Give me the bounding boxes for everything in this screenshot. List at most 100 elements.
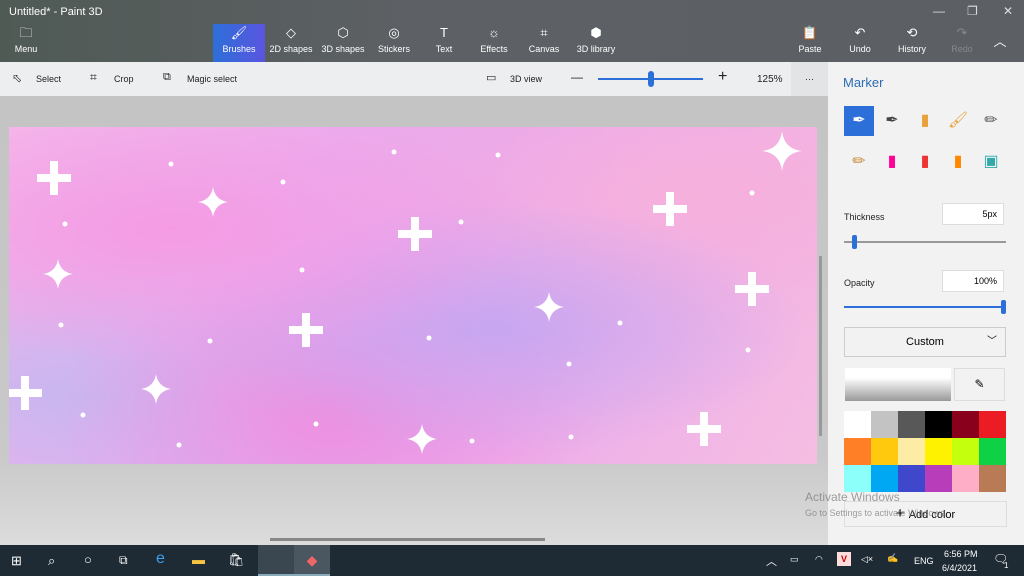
- color-swatch[interactable]: [952, 438, 979, 465]
- paste-button[interactable]: 📋 Paste: [784, 24, 836, 62]
- magic-select-button[interactable]: Magic select: [187, 74, 237, 84]
- select-button[interactable]: Select: [36, 74, 61, 84]
- color-swatch[interactable]: [898, 465, 925, 492]
- magic-select-icon: ⧉: [163, 71, 171, 83]
- edge-icon[interactable]: e: [156, 550, 165, 568]
- thickness-slider-thumb[interactable]: [851, 235, 857, 249]
- color-swatch[interactable]: [871, 411, 898, 438]
- sticker-icon: ◎: [388, 25, 400, 40]
- color-swatch[interactable]: [844, 465, 871, 492]
- wifi-icon[interactable]: ◠: [815, 554, 823, 565]
- paste-label: Paste: [798, 44, 822, 54]
- start-button[interactable]: ⊞: [11, 553, 22, 569]
- tab-3d-library[interactable]: ⬢ 3D library: [570, 24, 622, 62]
- brush-pencil[interactable]: ✏: [844, 147, 874, 177]
- cortana-icon[interactable]: ○: [84, 552, 92, 567]
- tab-canvas[interactable]: ⌗ Canvas: [518, 24, 570, 62]
- color-swatch[interactable]: [898, 438, 925, 465]
- color-swatch[interactable]: [925, 411, 952, 438]
- more-button[interactable]: ···: [791, 62, 828, 96]
- tab-brushes[interactable]: 🖌 Brushes: [213, 24, 265, 62]
- clock-time[interactable]: 6:56 PM: [944, 549, 978, 559]
- search-icon[interactable]: ⌕: [48, 553, 55, 569]
- color-swatch[interactable]: [979, 465, 1006, 492]
- history-icon: ⟲: [906, 25, 918, 40]
- color-swatch[interactable]: [844, 411, 871, 438]
- thickness-input[interactable]: 5px: [942, 203, 1004, 225]
- chevron-down-icon: ﹀: [987, 336, 997, 347]
- task-view-icon[interactable]: ⧉: [119, 553, 128, 568]
- dot-sparkle: [391, 149, 397, 155]
- brush-crayon[interactable]: ▮: [910, 147, 940, 177]
- brush-marker[interactable]: ✒: [844, 106, 874, 136]
- brush-watercolor[interactable]: 🖌: [943, 106, 973, 136]
- tab-2d-shapes[interactable]: ◇ 2D shapes: [265, 24, 317, 62]
- tab-label: Stickers: [377, 44, 410, 54]
- zoom-out-button[interactable]: —: [571, 70, 583, 84]
- opacity-input[interactable]: 100%: [942, 270, 1004, 292]
- paint-icon[interactable]: [258, 545, 294, 576]
- thickness-slider[interactable]: [844, 241, 1006, 243]
- volume-muted-icon[interactable]: ◁×: [861, 554, 873, 565]
- store-icon[interactable]: 🛍: [228, 552, 245, 568]
- color-mode-dropdown[interactable]: Custom ﹀: [844, 327, 1006, 357]
- undo-button[interactable]: ↶ Undo: [834, 24, 886, 62]
- color-swatch[interactable]: [844, 438, 871, 465]
- 3d-view-toggle[interactable]: 3D view: [510, 74, 542, 84]
- paint-3d-icon[interactable]: ◆: [294, 545, 330, 576]
- brush-eraser[interactable]: ▮: [877, 147, 907, 177]
- color-swatch[interactable]: [979, 411, 1006, 438]
- app-tray-icon[interactable]: V: [837, 552, 851, 566]
- brush-calligraphy-pen[interactable]: ✒: [877, 106, 907, 136]
- plus-sparkle: [687, 412, 721, 446]
- color-swatch[interactable]: [952, 465, 979, 492]
- minimize-button[interactable]: —: [933, 4, 945, 18]
- clock-date[interactable]: 6/4/2021: [942, 563, 977, 573]
- pen-icon[interactable]: ✍: [887, 553, 898, 564]
- 3d-view-icon: ▭: [486, 72, 497, 84]
- zoom-in-button[interactable]: +: [718, 68, 727, 86]
- oil-brush-icon: ▮: [920, 112, 930, 129]
- eyedropper-button[interactable]: ✎: [954, 368, 1005, 401]
- crop-button[interactable]: Crop: [114, 74, 134, 84]
- close-button[interactable]: ✕: [1003, 4, 1013, 18]
- collapse-ribbon-button[interactable]: ︿: [980, 24, 1020, 62]
- color-swatch[interactable]: [952, 411, 979, 438]
- activation-watermark: Activate Windows: [805, 490, 900, 504]
- brush-oil-brush[interactable]: ▮: [910, 106, 940, 136]
- color-swatch[interactable]: [925, 438, 952, 465]
- plus-sparkle: [735, 272, 769, 306]
- brush-panel: Marker ✒ ✒ ▮ 🖌 ✏ ✏ ▮ ▮ ▮ ▣ Thickness 5px Opacity …: [828, 62, 1024, 545]
- opacity-slider[interactable]: [844, 306, 1006, 308]
- zoom-slider-thumb[interactable]: [648, 71, 654, 87]
- battery-icon[interactable]: ▭: [790, 554, 799, 565]
- spray-can-icon: ▮: [953, 153, 963, 170]
- brush-pixel-pen[interactable]: ✏: [976, 106, 1006, 136]
- history-button[interactable]: ⟲ History: [886, 24, 938, 62]
- color-swatch[interactable]: [898, 411, 925, 438]
- show-hidden-icons[interactable]: ︿: [766, 553, 777, 569]
- drawing-canvas[interactable]: [8, 127, 817, 464]
- language-indicator[interactable]: ENG: [914, 556, 934, 566]
- file-explorer-icon[interactable]: ▬: [192, 552, 205, 567]
- dot-sparkle: [62, 221, 68, 227]
- horizontal-scrollbar[interactable]: [270, 538, 545, 541]
- brush-fill[interactable]: ▣: [976, 147, 1006, 177]
- brush-spray-can[interactable]: ▮: [943, 147, 973, 177]
- tab-effects[interactable]: ☼ Effects: [468, 24, 520, 62]
- color-swatch[interactable]: [871, 465, 898, 492]
- color-swatch[interactable]: [871, 438, 898, 465]
- tab-text[interactable]: T Text: [418, 24, 470, 62]
- restore-button[interactable]: ❐: [967, 4, 978, 18]
- color-swatch[interactable]: [925, 465, 952, 492]
- tab-3d-shapes[interactable]: ⬡ 3D shapes: [317, 24, 369, 62]
- opacity-slider-thumb[interactable]: [1001, 300, 1006, 314]
- vertical-scrollbar[interactable]: [819, 256, 822, 436]
- color-swatch[interactable]: [979, 438, 1006, 465]
- color-mode-value: Custom: [906, 336, 944, 348]
- menu-button[interactable]: 🗀 Menu: [0, 24, 52, 62]
- tab-stickers[interactable]: ◎ Stickers: [368, 24, 420, 62]
- undo-icon: ↶: [854, 25, 866, 40]
- tab-label: 3D shapes: [321, 44, 365, 54]
- tab-label: 2D shapes: [269, 44, 313, 54]
